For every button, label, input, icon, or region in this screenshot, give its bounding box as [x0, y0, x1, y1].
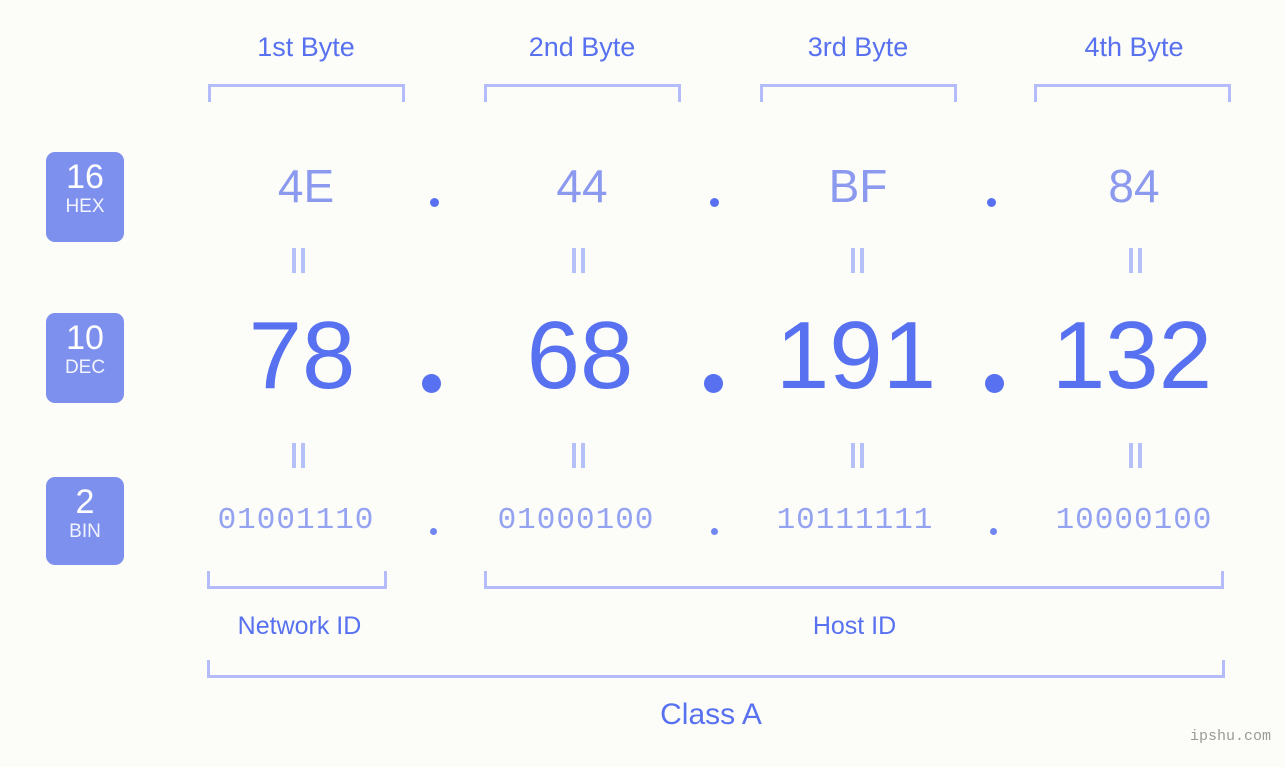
ip-breakdown-diagram: 1st Byte 2nd Byte 3rd Byte 4th Byte 16 H… — [0, 0, 1285, 767]
hex-separator-dot-3 — [987, 198, 996, 207]
bin-value-4: 10000100 — [1055, 503, 1213, 538]
equals-icon-dec-bin-4 — [1129, 443, 1143, 468]
equals-icon-dec-bin-1 — [292, 443, 306, 468]
host-id-bracket — [484, 571, 1224, 589]
dec-value-1: 78 — [248, 302, 356, 409]
radix-badge-dec-number: 10 — [66, 319, 104, 357]
equals-icon-hex-dec-1 — [292, 248, 306, 273]
byte-bracket-2 — [484, 84, 681, 102]
radix-badge-hex: 16 HEX — [46, 152, 124, 242]
equals-icon-hex-dec-2 — [572, 248, 586, 273]
dec-value-2: 68 — [526, 302, 634, 409]
dec-value-3: 191 — [775, 302, 937, 409]
bin-separator-dot-2 — [711, 528, 718, 535]
radix-badge-bin: 2 BIN — [46, 477, 124, 565]
hex-separator-dot-1 — [430, 198, 439, 207]
dec-separator-dot-2 — [704, 374, 723, 393]
hex-value-3: BF — [828, 160, 888, 212]
dec-separator-dot-3 — [985, 374, 1004, 393]
hex-value-1: 4E — [277, 160, 335, 212]
equals-icon-dec-bin-3 — [851, 443, 865, 468]
bin-value-2: 01000100 — [497, 503, 655, 538]
radix-badge-hex-name: HEX — [65, 196, 105, 217]
dec-separator-dot-1 — [422, 374, 441, 393]
class-label: Class A — [660, 698, 762, 731]
equals-icon-hex-dec-4 — [1129, 248, 1143, 273]
hex-value-4: 84 — [1108, 160, 1160, 212]
bin-value-1: 01001110 — [217, 503, 375, 538]
radix-badge-hex-number: 16 — [66, 158, 104, 196]
byte-header-1: 1st Byte — [257, 32, 355, 62]
network-id-label: Network ID — [237, 612, 362, 640]
byte-header-2: 2nd Byte — [528, 32, 636, 62]
class-bracket — [207, 660, 1225, 678]
hex-value-2: 44 — [556, 160, 608, 212]
radix-badge-bin-number: 2 — [75, 483, 95, 521]
radix-badge-dec-name: DEC — [64, 357, 106, 378]
network-id-bracket — [207, 571, 387, 589]
site-watermark: ipshu.com — [1189, 728, 1271, 745]
equals-icon-hex-dec-3 — [851, 248, 865, 273]
dec-value-4: 132 — [1051, 302, 1213, 409]
byte-header-3: 3rd Byte — [807, 32, 909, 62]
byte-header-4: 4th Byte — [1084, 32, 1184, 62]
radix-badge-dec: 10 DEC — [46, 313, 124, 403]
radix-badge-bin-name: BIN — [69, 521, 101, 542]
bin-separator-dot-1 — [430, 528, 437, 535]
equals-icon-dec-bin-2 — [572, 443, 586, 468]
byte-bracket-3 — [760, 84, 957, 102]
byte-bracket-4 — [1034, 84, 1231, 102]
hex-separator-dot-2 — [710, 198, 719, 207]
bin-separator-dot-3 — [990, 528, 997, 535]
bin-value-3: 10111111 — [776, 503, 934, 538]
byte-bracket-1 — [208, 84, 405, 102]
host-id-label: Host ID — [812, 612, 897, 640]
